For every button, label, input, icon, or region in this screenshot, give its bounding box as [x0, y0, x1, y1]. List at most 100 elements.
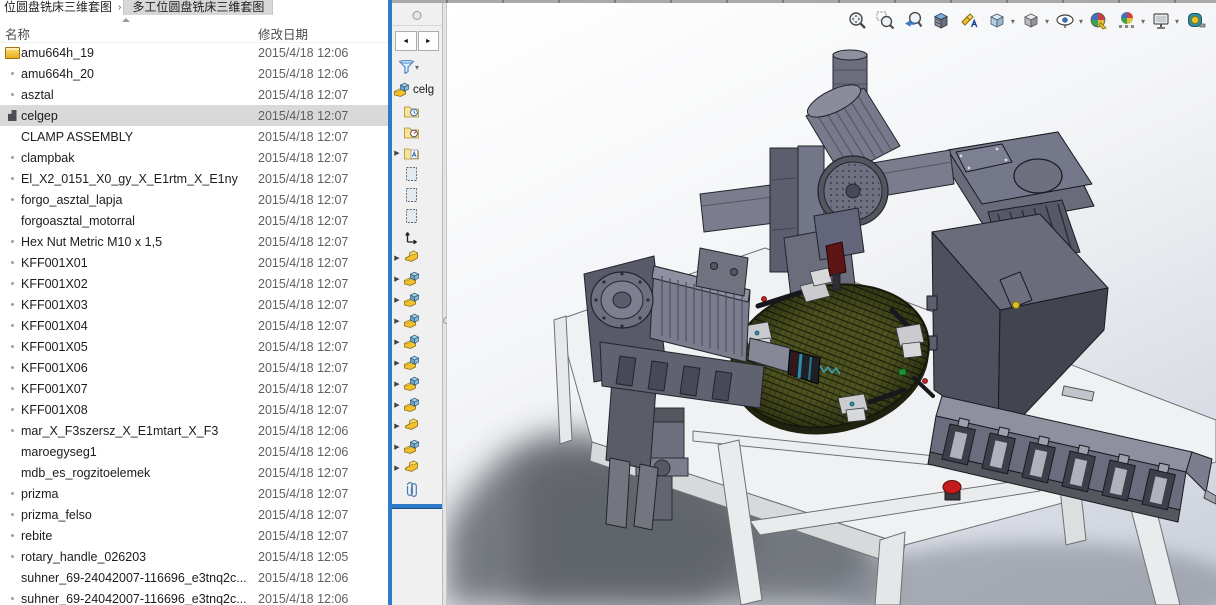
file-row[interactable]: clampbak 2015/4/18 12:07: [0, 147, 388, 168]
file-row[interactable]: KFF001X02 2015/4/18 12:07: [0, 273, 388, 294]
expand-arrow-icon[interactable]: ▶: [392, 275, 402, 283]
expand-arrow-icon[interactable]: ▶: [392, 401, 402, 409]
tree-item-right-plane[interactable]: [392, 205, 442, 226]
file-row[interactable]: mdb_es_rogzitoelemek 2015/4/18 12:07: [0, 462, 388, 483]
rollback-bar[interactable]: [392, 504, 442, 508]
file-row[interactable]: El_X2_0151_X0_gy_X_E1rtm_X_E1ny 2015/4/1…: [0, 168, 388, 189]
scene-ball-icon: [1117, 10, 1137, 30]
file-explorer-pane: 位圆盘铣床三维套图 › 多工位圆盘铣床三维套图 名称 修改日期 amu664h_…: [0, 0, 388, 605]
expand-arrow-icon[interactable]: ▶: [392, 254, 402, 262]
file-row[interactable]: KFF001X05 2015/4/18 12:07: [0, 336, 388, 357]
display-style-button[interactable]: [1019, 8, 1044, 32]
file-row[interactable]: forgo_asztal_lapja 2015/4/18 12:07: [0, 189, 388, 210]
file-row[interactable]: celgep 2015/4/18 12:07: [0, 105, 388, 126]
tree-item-component[interactable]: ▶: [392, 331, 442, 352]
tree-item-root-assembly[interactable]: celg: [392, 79, 442, 100]
tree-item-annotations[interactable]: ▶: [392, 142, 442, 163]
file-row[interactable]: amu664h_20 2015/4/18 12:06: [0, 63, 388, 84]
filter-funnel-icon: [397, 58, 416, 76]
tree-item-component[interactable]: ▶: [392, 310, 442, 331]
file-row[interactable]: KFF001X03 2015/4/18 12:07: [0, 294, 388, 315]
subassembly-icon: [402, 438, 421, 456]
tree-item-component[interactable]: ▶: [392, 268, 442, 289]
chevron-down-icon[interactable]: ▾: [1045, 17, 1049, 26]
file-row[interactable]: KFF001X08 2015/4/18 12:07: [0, 399, 388, 420]
file-date: 2015/4/18 12:06: [258, 67, 348, 81]
file-row[interactable]: KFF001X04 2015/4/18 12:07: [0, 315, 388, 336]
plane-icon: [402, 165, 421, 183]
sort-ascending-icon[interactable]: [122, 18, 130, 22]
nav-forward-button[interactable]: ►: [418, 31, 440, 51]
section-view-button[interactable]: [929, 8, 954, 32]
hide-show-items-button[interactable]: [1053, 8, 1078, 32]
expand-arrow-icon[interactable]: ▶: [392, 296, 402, 304]
apply-scene-button[interactable]: [1115, 8, 1140, 32]
file-icon: [3, 110, 21, 121]
dynamic-annotation-views-button[interactable]: [957, 8, 982, 32]
tree-item-sensors[interactable]: [392, 121, 442, 142]
tree-item-component[interactable]: ▶: [392, 373, 442, 394]
nav-back-button[interactable]: ◄: [395, 31, 417, 51]
section-view-icon: [931, 10, 951, 30]
graphics-area[interactable]: ▾ ▾ ▾: [447, 3, 1216, 605]
breadcrumb-current[interactable]: 多工位圆盘铣床三维套图: [123, 0, 273, 15]
file-row[interactable]: asztal 2015/4/18 12:07: [0, 84, 388, 105]
view-orientation-button[interactable]: [985, 8, 1010, 32]
zoom-to-fit-button[interactable]: [845, 8, 870, 32]
expand-arrow-icon[interactable]: ▶: [392, 338, 402, 346]
chevron-down-icon[interactable]: ▾: [1079, 17, 1083, 26]
view-settings-button[interactable]: [1149, 8, 1174, 32]
column-header-date[interactable]: 修改日期: [258, 24, 308, 43]
panel-grip[interactable]: [392, 3, 442, 26]
column-header-name[interactable]: 名称: [5, 24, 30, 43]
tree-item-component[interactable]: ▶: [392, 415, 442, 436]
expand-arrow-icon[interactable]: ▶: [392, 149, 402, 157]
edit-appearance-button[interactable]: [1087, 8, 1112, 32]
filter-control[interactable]: ▾: [392, 54, 442, 79]
file-row[interactable]: forgoasztal_motorral 2015/4/18 12:07: [0, 210, 388, 231]
file-row[interactable]: suhner_69-24042007-116696_e3tnq2c... 201…: [0, 588, 388, 605]
zoom-to-area-button[interactable]: [873, 8, 898, 32]
tree-item-mates[interactable]: [392, 478, 442, 499]
tree-item-component[interactable]: ▶: [392, 289, 442, 310]
file-row[interactable]: prizma_felso 2015/4/18 12:07: [0, 504, 388, 525]
tree-item-component[interactable]: ▶: [392, 394, 442, 415]
tree-item-origin[interactable]: [392, 226, 442, 247]
chevron-down-icon[interactable]: ▾: [1175, 17, 1179, 26]
magnify-button[interactable]: [1183, 8, 1208, 32]
expand-arrow-icon[interactable]: ▶: [392, 464, 402, 472]
file-row[interactable]: CLAMP ASSEMBLY 2015/4/18 12:07: [0, 126, 388, 147]
tree-item-component[interactable]: ▶: [392, 436, 442, 457]
tree-item-top-plane[interactable]: [392, 184, 442, 205]
file-row[interactable]: rebite 2015/4/18 12:07: [0, 525, 388, 546]
file-date: 2015/4/18 12:07: [258, 529, 348, 543]
tree-item-component[interactable]: ▶: [392, 352, 442, 373]
file-row[interactable]: Hex Nut Metric M10 x 1,5 2015/4/18 12:07: [0, 231, 388, 252]
file-row[interactable]: mar_X_F3szersz_X_E1mtart_X_F3 2015/4/18 …: [0, 420, 388, 441]
chevron-down-icon[interactable]: ▾: [1011, 17, 1015, 26]
file-row[interactable]: suhner_69-24042007-116696_e3tnq2c... 201…: [0, 567, 388, 588]
file-icon: [3, 345, 21, 348]
file-row[interactable]: prizma 2015/4/18 12:07: [0, 483, 388, 504]
file-row[interactable]: KFF001X01 2015/4/18 12:07: [0, 252, 388, 273]
expand-arrow-icon[interactable]: ▶: [392, 359, 402, 367]
chevron-down-icon[interactable]: ▾: [1141, 17, 1145, 26]
expand-arrow-icon[interactable]: ▶: [392, 317, 402, 325]
tree-item-component[interactable]: ▶: [392, 457, 442, 478]
file-row[interactable]: KFF001X07 2015/4/18 12:07: [0, 378, 388, 399]
expand-arrow-icon[interactable]: ▶: [392, 422, 402, 430]
tree-item-history[interactable]: [392, 100, 442, 121]
file-row[interactable]: rotary_handle_026203 2015/4/18 12:05: [0, 546, 388, 567]
tree-item-front-plane[interactable]: [392, 163, 442, 184]
file-date: 2015/4/18 12:07: [258, 277, 348, 291]
tree-item-component[interactable]: ▶: [392, 247, 442, 268]
file-row[interactable]: KFF001X06 2015/4/18 12:07: [0, 357, 388, 378]
file-date: 2015/4/18 12:07: [258, 193, 348, 207]
file-row[interactable]: maroegyseg1 2015/4/18 12:06: [0, 441, 388, 462]
file-row[interactable]: amu664h_19 2015/4/18 12:06: [0, 42, 388, 63]
cad-model[interactable]: [447, 3, 1216, 605]
expand-arrow-icon[interactable]: ▶: [392, 443, 402, 451]
expand-arrow-icon[interactable]: ▶: [392, 380, 402, 388]
previous-view-button[interactable]: [901, 8, 926, 32]
breadcrumb-parent[interactable]: 位圆盘铣床三维套图: [0, 0, 116, 15]
